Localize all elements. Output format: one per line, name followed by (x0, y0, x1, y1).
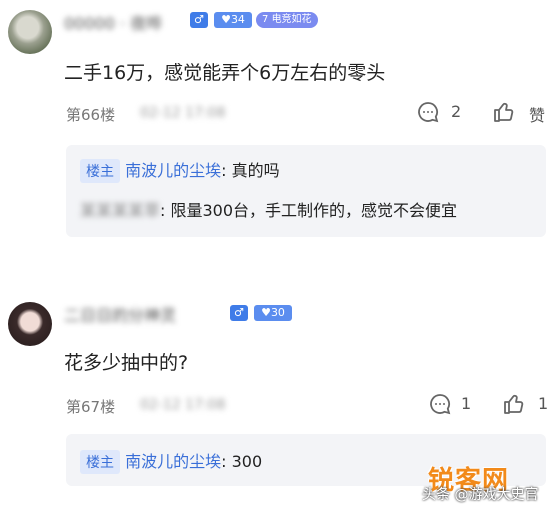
floor-number: 第66楼 (66, 106, 116, 124)
honor-level: 7 (262, 14, 269, 25)
comment-icon[interactable] (416, 100, 440, 124)
reply-text: : 300 (221, 452, 263, 471)
comment-time: 02-12 17:08 (140, 105, 226, 121)
comment-time: 02-12 17:08 (140, 397, 226, 413)
reply-author[interactable]: 南波儿的尘埃 (125, 161, 221, 180)
floor-number: 第67楼 (66, 398, 116, 416)
comment-content: 花多少抽中的? (64, 352, 189, 374)
level-badge: ♥30 (254, 305, 292, 321)
level-value: 30 (270, 306, 285, 319)
username[interactable]: 00000 · 夜哗 (64, 10, 162, 34)
reply-item[interactable]: 楼主 南波儿的尘埃: 真的吗 (80, 157, 280, 183)
avatar[interactable] (8, 10, 52, 54)
shield-icon: ♥ (221, 13, 231, 26)
source-watermark: 头条 @游戏大史官 (422, 487, 539, 503)
level-badge: ♥34 (214, 12, 252, 28)
reply-author[interactable]: 南波儿的尘埃 (125, 452, 221, 471)
avatar[interactable] (8, 302, 52, 346)
username[interactable]: 二日日的分神灵 (64, 302, 176, 326)
gender-badge: ♂ (190, 12, 208, 28)
honor-badge: 7 电竞如花 (256, 12, 318, 28)
comment-count: 1 (461, 394, 472, 413)
shield-icon: ♥ (261, 306, 271, 319)
reply-item[interactable]: 某某某某草: 限量300台，手工制作的，感觉不会便宜 (80, 197, 457, 221)
host-tag: 楼主 (80, 450, 120, 474)
reply-box: 楼主 南波儿的尘埃: 真的吗 某某某某草: 限量300台，手工制作的，感觉不会便… (66, 145, 546, 237)
like-label[interactable]: 赞 (529, 102, 545, 126)
reply-author[interactable]: 某某某某草 (80, 201, 160, 220)
host-tag: 楼主 (80, 159, 120, 183)
comment-count: 2 (451, 102, 462, 121)
thumbs-up-icon[interactable] (502, 392, 526, 416)
reply-text: : 真的吗 (221, 161, 280, 180)
thumbs-up-icon[interactable] (492, 100, 516, 124)
level-value: 34 (230, 13, 245, 26)
like-count: 1 (538, 394, 549, 413)
reply-text: : 限量300台，手工制作的，感觉不会便宜 (160, 201, 458, 220)
gender-badge: ♂ (230, 305, 248, 321)
comment-icon[interactable] (428, 392, 452, 416)
comment-content: 二手16万，感觉能弄个6万左右的零头 (64, 62, 386, 84)
honor-title: 电竞如花 (271, 14, 312, 25)
reply-item[interactable]: 楼主 南波儿的尘埃: 300 (80, 448, 262, 474)
